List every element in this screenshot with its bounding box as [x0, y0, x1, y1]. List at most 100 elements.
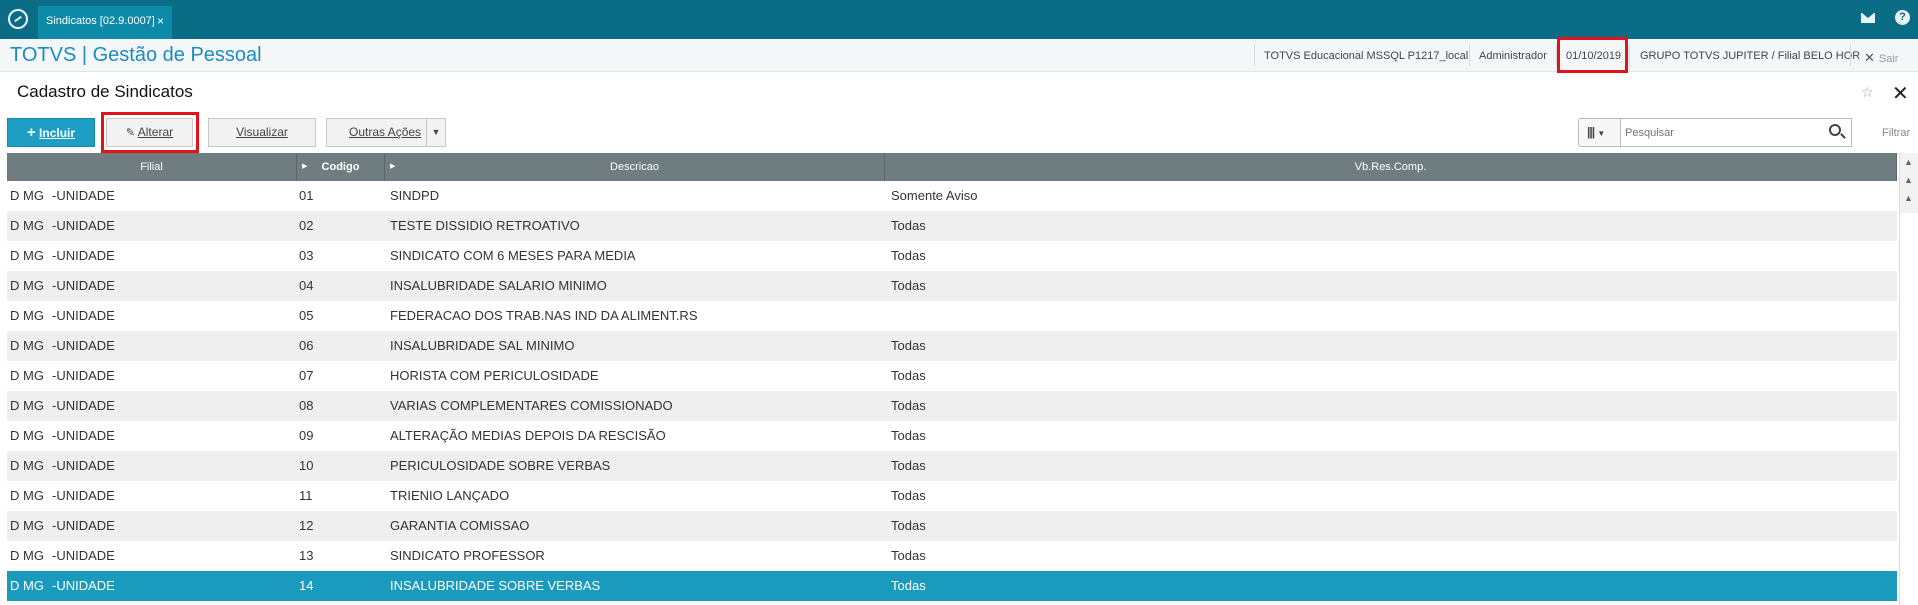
cell-descricao: INSALUBRIDADE SAL MINIMO — [390, 338, 575, 353]
column-header-descricao[interactable]: ▶ Descricao — [385, 153, 885, 181]
cell-descricao: HORISTA COM PERICULOSIDADE — [390, 368, 599, 383]
table-row[interactable]: D MG -UNIDADE 13 SINDICATO PROFESSOR Todas — [7, 541, 1897, 571]
cell-filial: D MG — [10, 458, 44, 473]
incluir-label: Incluir — [39, 126, 76, 140]
column-header-label: Filial — [140, 161, 163, 173]
scroll-top-icon[interactable]: ▲ — [1904, 157, 1913, 167]
incluir-button[interactable]: + Incluir — [7, 118, 95, 147]
cell-unidade: -UNIDADE — [52, 368, 115, 383]
cell-vb-res-comp: Todas — [891, 548, 926, 563]
cell-descricao: INSALUBRIDADE SALARIO MINIMO — [390, 278, 607, 293]
cell-descricao: SINDPD — [390, 188, 440, 203]
cell-codigo: 07 — [299, 368, 314, 383]
column-header-vb-res-comp[interactable]: Vb.Res.Comp. — [885, 153, 1897, 181]
table-row[interactable]: D MG -UNIDADE 05 FEDERACAO DOS TRAB.NAS IND… — [7, 301, 1897, 331]
chevron-down-icon[interactable]: ▼ — [426, 119, 445, 146]
cell-descricao: FEDERACAO DOS TRAB.NAS IND DA ALIMENT.RS — [390, 308, 698, 323]
column-header-codigo[interactable]: ▶ Codigo — [297, 153, 385, 181]
outras-acoes-label: Outras Ações — [349, 125, 422, 139]
plus-icon: + — [26, 124, 36, 141]
table-row[interactable]: D MG -UNIDADE 09 ALTERAÇÃO MEDIAS DEPOIS DA… — [7, 421, 1897, 451]
cell-vb-res-comp: Todas — [891, 488, 926, 503]
table-row[interactable]: D MG -UNIDADE 07 HORISTA COM PERICULOSIDADE… — [7, 361, 1897, 391]
cell-filial: D MG — [10, 218, 44, 233]
scroll-up-icon[interactable]: ▲ — [1904, 193, 1913, 203]
favorite-star-icon[interactable]: ☆ — [1861, 84, 1874, 101]
table-row[interactable]: D MG -UNIDADE 08 VARIAS COMPLEMENTARES COMI… — [7, 391, 1897, 421]
cell-filial: D MG — [10, 398, 44, 413]
grid-body: D MG -UNIDADE 01 SINDPD Somente Aviso D MG -UN… — [7, 181, 1897, 601]
cell-codigo: 01 — [299, 188, 314, 203]
cell-unidade: -UNIDADE — [52, 218, 115, 233]
cell-descricao: TESTE DISSIDIO RETROATIVO — [390, 218, 580, 233]
cell-codigo: 13 — [299, 548, 314, 563]
cell-descricao: GARANTIA COMISSAO — [390, 518, 530, 533]
table-row[interactable]: D MG -UNIDADE 11 TRIENIO LANÇADO Todas — [7, 481, 1897, 511]
visualizar-label: Visualizar — [236, 125, 288, 139]
cell-unidade: -UNIDADE — [52, 248, 115, 263]
table-row[interactable]: D MG -UNIDADE 02 TESTE DISSIDIO RETROATIVO T… — [7, 211, 1897, 241]
help-icon[interactable]: ? — [1895, 10, 1910, 25]
cell-codigo: 06 — [299, 338, 314, 353]
sindicatos-grid: Filial ▶ Codigo ▶ Descricao Vb.Res.Comp.… — [7, 153, 1897, 601]
cell-descricao: VARIAS COMPLEMENTARES COMISSIONADO — [390, 398, 673, 413]
tab-close-icon[interactable]: × — [157, 14, 164, 28]
outras-acoes-button[interactable]: Outras Ações ▼ — [326, 118, 446, 147]
column-header-label: Vb.Res.Comp. — [1354, 161, 1427, 173]
filtrar-link[interactable]: Filtrar — [1882, 127, 1910, 139]
user-info[interactable]: Administrador — [1479, 39, 1547, 72]
table-row[interactable]: D MG -UNIDADE 12 GARANTIA COMISSAO Todas — [7, 511, 1897, 541]
cell-vb-res-comp: Todas — [891, 398, 926, 413]
tab-label: Sindicatos [02.9.0007] — [46, 15, 155, 27]
close-page-icon[interactable]: ✕ — [1892, 81, 1909, 106]
table-row[interactable]: D MG -UNIDADE 03 SINDICATO COM 6 MESES PARA… — [7, 241, 1897, 271]
totvs-logo-icon[interactable] — [8, 9, 28, 29]
mail-icon[interactable] — [1861, 13, 1875, 23]
header-divider — [1850, 44, 1851, 66]
table-row[interactable]: D MG -UNIDADE 10 PERICULOSIDADE SOBRE VERBA… — [7, 451, 1897, 481]
cell-descricao: INSALUBRIDADE SOBRE VERBAS — [390, 578, 601, 593]
cell-codigo: 11 — [299, 488, 313, 503]
cell-unidade: -UNIDADE — [52, 428, 115, 443]
top-icons: ? — [1861, 10, 1910, 25]
company-info[interactable]: GRUPO TOTVS JUPITER / Filial BELO HOR — [1640, 39, 1860, 72]
page-title: Cadastro de Sindicatos — [17, 82, 193, 101]
cell-unidade: -UNIDADE — [52, 338, 115, 353]
table-row[interactable]: D MG -UNIDADE 04 INSALUBRIDADE SALARIO MINI… — [7, 271, 1897, 301]
search-input[interactable] — [1620, 118, 1852, 147]
app-title: TOTVS | Gestão de Pessoal — [10, 44, 262, 66]
column-header-label: Descricao — [610, 161, 659, 173]
cell-codigo: 08 — [299, 398, 314, 413]
sort-arrow-icon: ▶ — [390, 163, 396, 170]
cell-filial: D MG — [10, 488, 44, 503]
cell-filial: D MG — [10, 188, 44, 203]
scrollbar-track[interactable] — [1900, 213, 1918, 605]
cell-codigo: 12 — [299, 518, 314, 533]
cell-descricao: PERICULOSIDADE SOBRE VERBAS — [390, 458, 611, 473]
table-row[interactable]: D MG -UNIDADE 06 INSALUBRIDADE SAL MINIMO To… — [7, 331, 1897, 361]
scroll-page-up-icon[interactable]: ▲ — [1904, 175, 1913, 185]
cell-codigo: 02 — [299, 218, 314, 233]
column-picker-button[interactable]: ||| ▼ — [1578, 118, 1621, 147]
alterar-highlight-box — [101, 112, 199, 153]
cell-filial: D MG — [10, 308, 44, 323]
cell-unidade: -UNIDADE — [52, 518, 115, 533]
sair-button[interactable]: ✕ Sair — [1864, 39, 1898, 72]
cell-codigo: 05 — [299, 308, 314, 323]
grid-header: Filial ▶ Codigo ▶ Descricao Vb.Res.Comp. — [7, 153, 1897, 181]
date-highlight-box — [1557, 37, 1628, 73]
visualizar-button[interactable]: Visualizar — [208, 118, 316, 147]
table-row[interactable]: D MG -UNIDADE 14 INSALUBRIDADE SOBRE VERBAS… — [7, 571, 1897, 601]
grid-scrollbar[interactable]: ▲ ▲ ▲ — [1899, 153, 1918, 605]
cell-descricao: SINDICATO COM 6 MESES PARA MEDIA — [390, 248, 636, 263]
cell-vb-res-comp: Todas — [891, 428, 926, 443]
header-divider — [1469, 44, 1470, 66]
environment-info[interactable]: TOTVS Educacional MSSQL P1217_local — [1264, 39, 1468, 72]
search-icon[interactable] — [1829, 124, 1841, 136]
table-row[interactable]: D MG -UNIDADE 01 SINDPD Somente Aviso — [7, 181, 1897, 211]
columns-icon: ||| — [1587, 125, 1595, 139]
tab-sindicatos[interactable]: Sindicatos [02.9.0007] × — [38, 6, 172, 39]
column-header-filial[interactable]: Filial — [7, 153, 297, 181]
cell-filial: D MG — [10, 518, 44, 533]
cell-unidade: -UNIDADE — [52, 188, 115, 203]
